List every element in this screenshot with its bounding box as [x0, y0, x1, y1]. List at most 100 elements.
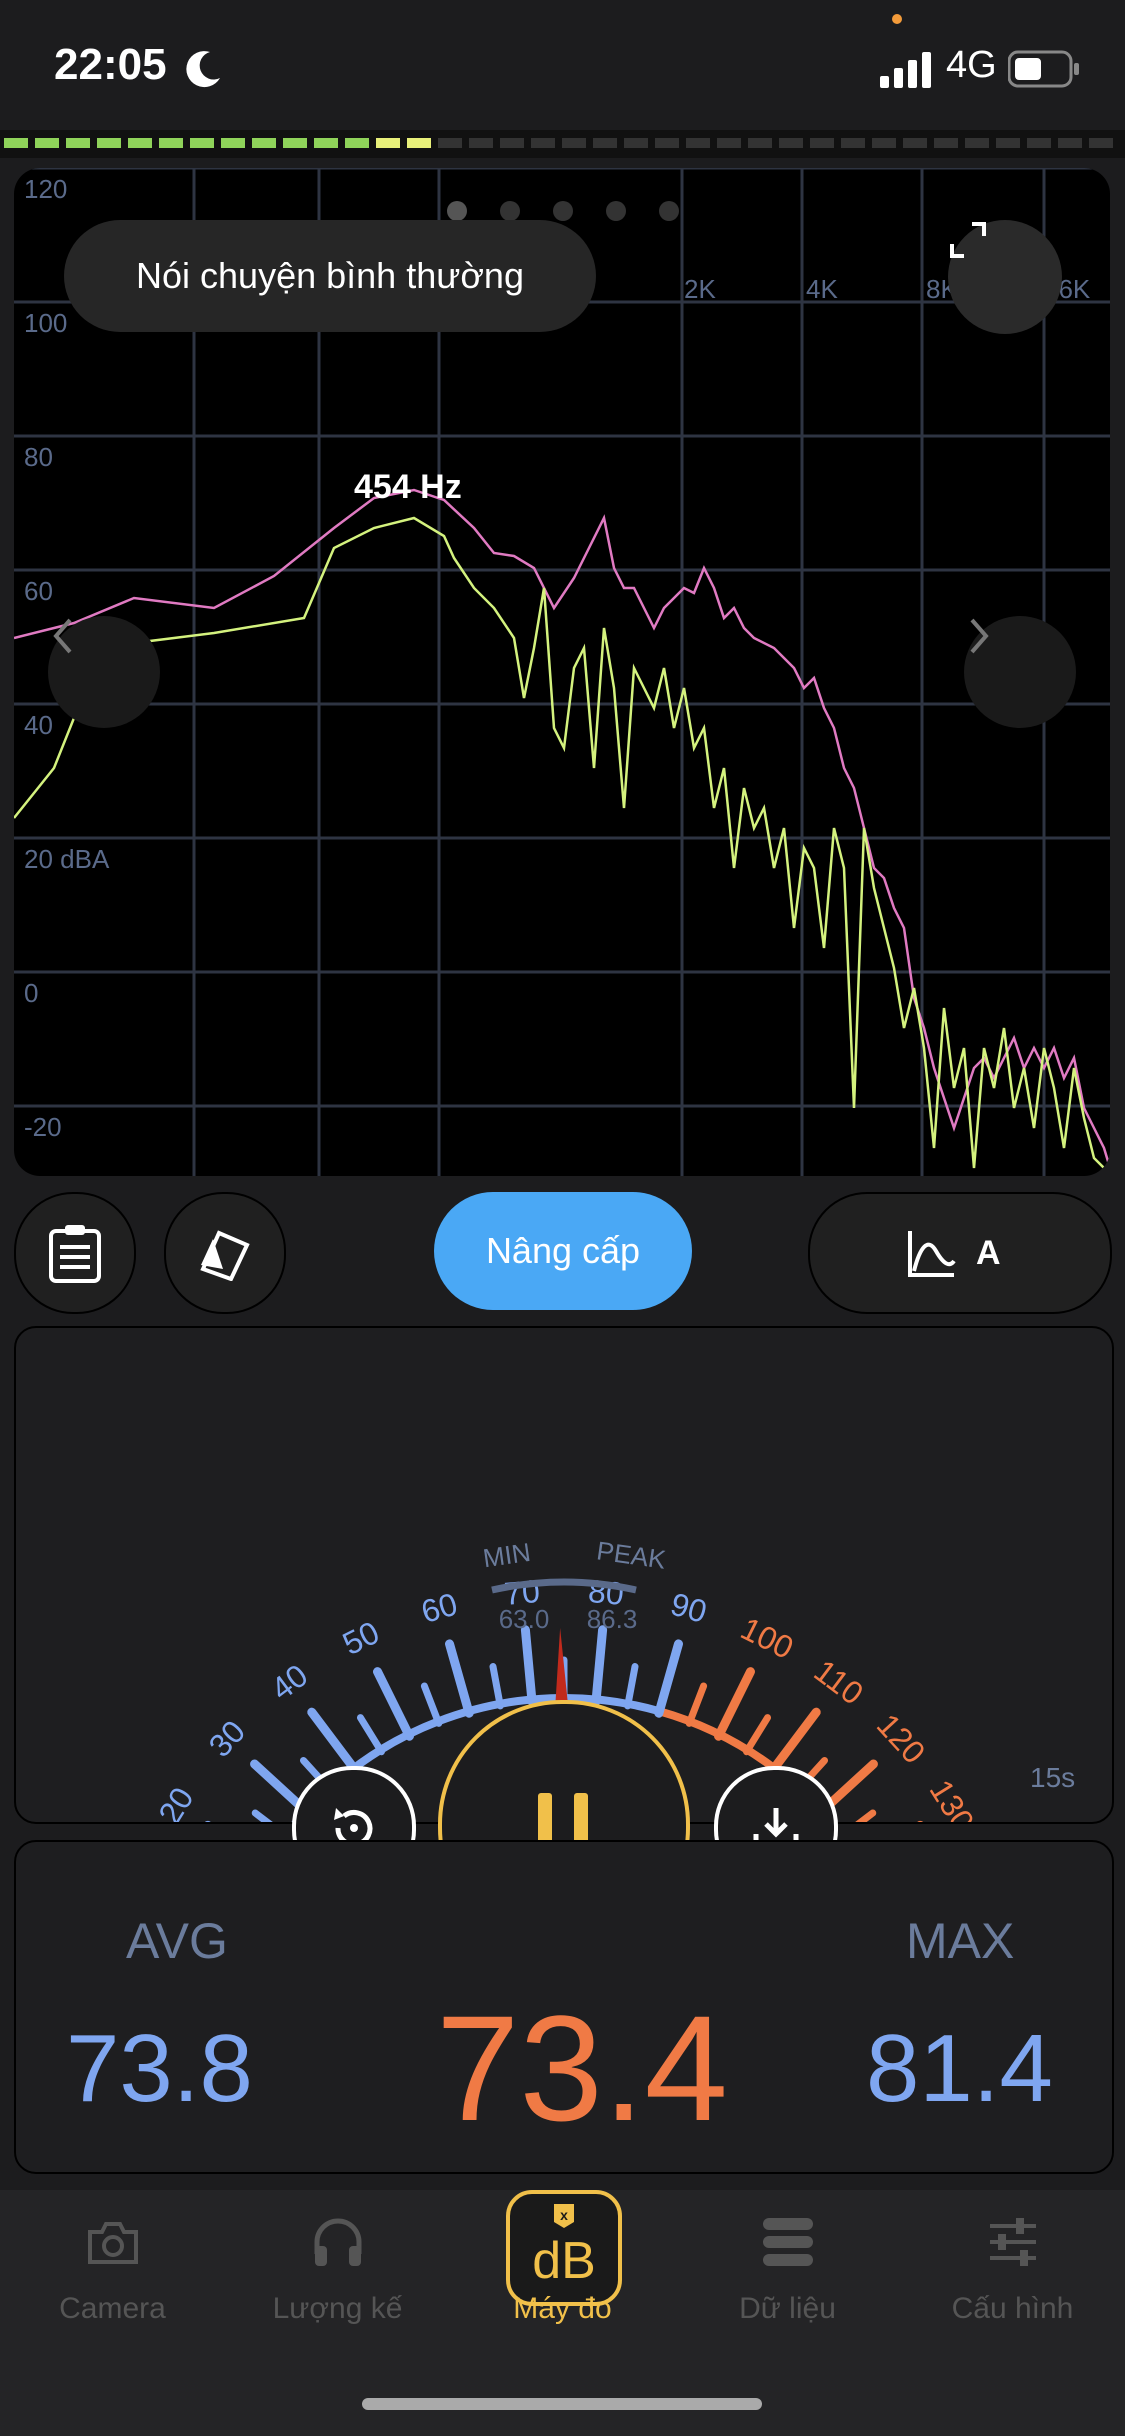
level-segment: [128, 138, 152, 148]
level-segment: [66, 138, 90, 148]
y-axis-label: 0: [24, 978, 39, 1008]
tick-label: 30: [202, 1713, 253, 1764]
minor-tick: [420, 1682, 443, 1727]
level-segment: [97, 138, 121, 148]
major-tick: [372, 1667, 414, 1741]
major-tick: [591, 1625, 608, 1706]
sliders-icon: [990, 2218, 1036, 2266]
major-tick: [768, 1707, 821, 1775]
minor-tick: [837, 1809, 877, 1841]
tick-label: 130: [923, 1773, 982, 1822]
svg-text:x: x: [560, 2207, 568, 2223]
privacy-indicator: [892, 14, 902, 24]
level-segment: [1027, 138, 1051, 148]
level-segment: [252, 138, 276, 148]
upgrade-button[interactable]: Nâng cấp: [434, 1192, 692, 1310]
level-segment: [624, 138, 648, 148]
spectrum-panel[interactable]: 120 100 80 60 40 20 dBA 0 -20 2K 4K 8K 1…: [14, 168, 1110, 1176]
home-indicator[interactable]: [362, 2398, 762, 2410]
db-icon: x dB: [506, 2190, 622, 2306]
weighting-button[interactable]: A: [808, 1192, 1112, 1314]
level-segment: [376, 138, 400, 148]
weighting-label: A: [976, 1233, 1001, 1272]
headphones-icon: [314, 2218, 362, 2266]
tab-label: Máy đo: [513, 2292, 612, 2325]
tick-label: 110: [808, 1652, 870, 1711]
level-segment: [500, 138, 524, 148]
level-segment: [283, 138, 307, 148]
level-segment: [407, 138, 431, 148]
level-segment: [996, 138, 1020, 148]
max-value: 81.4: [866, 2015, 1053, 2122]
level-segment: [190, 138, 214, 148]
chevron-right-icon: [970, 618, 989, 654]
y-axis-label: 40: [24, 710, 53, 740]
status-time: 22:05: [54, 40, 167, 89]
avg-label: AVG: [126, 1913, 228, 1969]
minor-tick: [743, 1714, 772, 1756]
level-segment: [1089, 138, 1113, 148]
minor-tick: [685, 1682, 708, 1727]
curve-icon: [908, 1231, 956, 1277]
prev-button[interactable]: [48, 616, 160, 728]
tick-label: 20: [151, 1781, 200, 1822]
minor-tick: [624, 1663, 639, 1710]
tab-label: Dữ liệu: [739, 2292, 836, 2325]
cards-icon: [200, 1230, 250, 1281]
x-axis-label: 4K: [806, 274, 838, 304]
tick-label: 40: [264, 1657, 314, 1707]
peak-label: PEAK: [595, 1535, 669, 1574]
level-segment: [345, 138, 369, 148]
max-label: MAX: [906, 1913, 1015, 1969]
level-segment: [593, 138, 617, 148]
tick-label: 90: [667, 1586, 711, 1630]
database-icon: [763, 2218, 813, 2266]
report-button[interactable]: [14, 1192, 136, 1314]
battery-icon: [1008, 50, 1079, 88]
level-segment: [686, 138, 710, 148]
expand-button[interactable]: [948, 220, 1062, 334]
minor-tick: [251, 1809, 291, 1841]
level-segment: [903, 138, 927, 148]
level-segment: [934, 138, 958, 148]
timespan-label: 15s: [1030, 1762, 1076, 1793]
major-tick: [654, 1639, 683, 1718]
tick-label: 120: [870, 1707, 933, 1771]
level-segment: [748, 138, 772, 148]
level-meter: [0, 130, 1125, 158]
level-segment: [4, 138, 28, 148]
major-tick: [445, 1639, 474, 1718]
stats-panel: AVG 73.8 73.4 MAX 81.4: [14, 1840, 1114, 2174]
tab-label: Lượng kế: [272, 2292, 403, 2325]
preset-pill[interactable]: Nói chuyện bình thường: [64, 220, 596, 332]
level-segment: [562, 138, 586, 148]
level-segment: [35, 138, 59, 148]
tick-label: 50: [337, 1614, 385, 1662]
y-axis-label: 100: [24, 308, 68, 338]
level-segment: [221, 138, 245, 148]
level-segment: [872, 138, 896, 148]
signal-icon: [880, 52, 931, 88]
min-peak-arc: [491, 1578, 637, 1594]
level-segment: [438, 138, 462, 148]
level-segment: [314, 138, 338, 148]
next-button[interactable]: [964, 616, 1076, 728]
tab-label: Camera: [59, 2292, 166, 2325]
level-segment: [531, 138, 555, 148]
tab-label: Cấu hình: [951, 2292, 1074, 2325]
level-segment: [965, 138, 989, 148]
level-segment: [810, 138, 834, 148]
major-tick: [307, 1707, 360, 1775]
current-level-value: 73.4: [436, 1984, 728, 2152]
level-segment: [841, 138, 865, 148]
chevron-left-icon: [53, 618, 72, 654]
theme-button[interactable]: [164, 1192, 286, 1314]
peak-frequency-label: 454 Hz: [354, 468, 462, 506]
level-segment: [159, 138, 183, 148]
clipboard-icon: [49, 1225, 101, 1283]
y-axis-label: 20 dBA: [24, 844, 110, 874]
level-segment: [717, 138, 741, 148]
level-segment: [469, 138, 493, 148]
major-tick: [714, 1667, 756, 1741]
svg-text:dB: dB: [532, 2232, 596, 2290]
